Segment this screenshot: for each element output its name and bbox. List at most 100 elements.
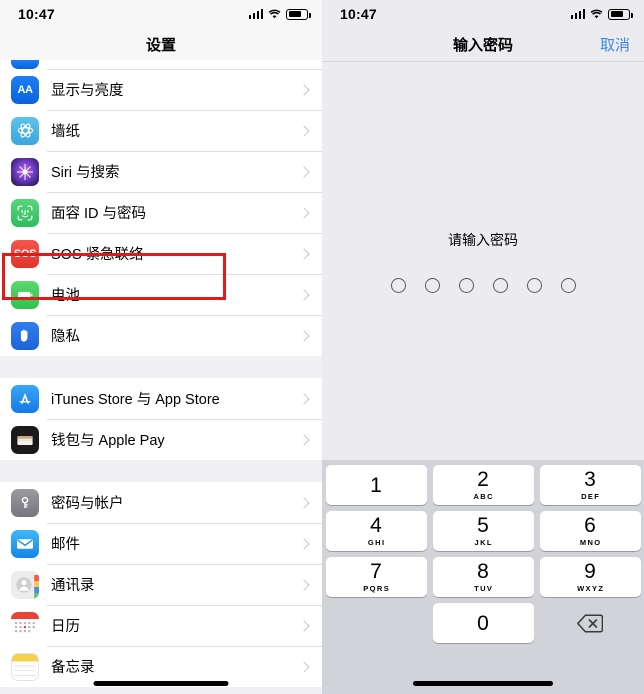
key-2[interactable]: 2 ABC: [432, 465, 534, 505]
sidebar-item-privacy[interactable]: 隐私: [0, 315, 322, 356]
key-letters: ABC: [473, 492, 494, 501]
keypad-row: 0: [325, 603, 641, 643]
mail-icon: [11, 529, 39, 558]
sidebar-item-battery[interactable]: 电池: [0, 274, 322, 315]
battery-icon: [286, 8, 311, 20]
chevron-right-icon: [298, 124, 310, 137]
chevron-right-icon: [298, 83, 310, 96]
list-item-label: 日历: [51, 619, 80, 635]
key-letters: PQRS: [363, 584, 391, 593]
chevron-right-icon: [298, 496, 310, 509]
key-letters: MNO: [579, 538, 602, 547]
list-item-label: 钱包与 Apple Pay: [51, 433, 165, 449]
key-8[interactable]: 8 TUV: [432, 557, 534, 597]
status-clock: 10:47: [340, 6, 377, 22]
chevron-right-icon: [298, 619, 310, 632]
wallet-icon: [11, 425, 39, 454]
passcode-dot: [560, 278, 576, 293]
chevron-right-icon: [298, 578, 310, 591]
chevron-right-icon: [298, 165, 310, 178]
key-digit: 9: [584, 560, 596, 583]
key-letters: WXYZ: [577, 584, 605, 593]
list-item-label: 邮件: [51, 537, 80, 553]
list-item-label: 密码与帐户: [51, 496, 124, 512]
home-indicator[interactable]: [413, 681, 553, 686]
wifi-icon: [268, 9, 281, 19]
chevron-right-icon: [298, 392, 310, 405]
passcode-dot: [390, 278, 406, 293]
key-3[interactable]: 3 DEF: [539, 465, 641, 505]
keypad-row: 7 PQRS 8 TUV 9 WXYZ: [325, 557, 641, 597]
sidebar-item-contacts[interactable]: 通讯录: [0, 564, 322, 605]
sidebar-item-face-id[interactable]: 面容 ID 与密码: [0, 192, 322, 233]
cancel-button[interactable]: 取消: [600, 34, 630, 55]
dual-screenshot: 10:47 设置 AA 显示与亮度 墙纸 Siri 与搜索 面容 ID 与密码 …: [0, 0, 644, 694]
chevron-right-icon: [298, 206, 310, 219]
sidebar-item-sos[interactable]: SOS SOS 紧急联络: [0, 233, 322, 274]
key-5[interactable]: 5 JKL: [432, 511, 534, 551]
list-item-label: 显示与亮度: [51, 83, 124, 99]
sidebar-item-wallpaper[interactable]: 墙纸: [0, 110, 322, 151]
key-letters: DEF: [581, 492, 601, 501]
key-4[interactable]: 4 GHI: [325, 511, 427, 551]
chevron-right-icon: [298, 329, 310, 342]
key-digit: 0: [477, 611, 489, 635]
settings-navbar: 设置: [0, 28, 322, 60]
key-9[interactable]: 9 WXYZ: [539, 557, 641, 597]
status-clock: 10:47: [18, 6, 55, 22]
list-item-label: 备忘录: [51, 660, 95, 676]
list-item-label: SOS 紧急联络: [51, 247, 144, 263]
page-title: 设置: [145, 36, 176, 54]
chevron-right-icon: [298, 247, 310, 260]
wallpaper-icon: [11, 116, 39, 145]
app-store-icon: [11, 384, 39, 413]
passcode-dot: [526, 278, 542, 293]
chevron-right-icon: [298, 660, 310, 673]
key-letters: TUV: [474, 584, 494, 593]
passcode-dot: [458, 278, 474, 293]
backspace-delete-icon[interactable]: [540, 603, 641, 643]
status-icons: [248, 8, 311, 20]
sidebar-item-app-store[interactable]: iTunes Store 与 App Store: [0, 378, 322, 419]
key-7[interactable]: 7 PQRS: [325, 557, 427, 597]
list-item-label: iTunes Store 与 App Store: [51, 392, 220, 408]
key-letters: JKL: [474, 538, 493, 547]
sos-glyph: SOS: [13, 247, 37, 260]
key-6[interactable]: 6 MNO: [539, 511, 641, 551]
passcode-navbar: 输入密码 取消: [322, 28, 644, 62]
sidebar-item-mail[interactable]: 邮件: [0, 523, 322, 564]
sidebar-item-passwords[interactable]: 密码与帐户: [0, 482, 322, 523]
sidebar-item-display[interactable]: AA 显示与亮度: [0, 69, 322, 110]
key-digit: 6: [584, 514, 596, 537]
list-item-label: 隐私: [51, 329, 80, 345]
group-divider: [0, 356, 322, 378]
settings-group-2: iTunes Store 与 App Store 钱包与 Apple Pay: [0, 378, 322, 460]
siri-icon: [11, 157, 39, 186]
passcode-prompt: 请输入密码: [448, 232, 518, 248]
status-bar-right: 10:47: [322, 0, 644, 28]
key-digit: 4: [370, 514, 382, 537]
key-1[interactable]: 1: [325, 465, 427, 505]
settings-screen: 10:47 设置 AA 显示与亮度 墙纸 Siri 与搜索 面容 ID 与密码 …: [0, 0, 322, 694]
display-brightness-icon: AA: [11, 75, 39, 104]
settings-list[interactable]: AA 显示与亮度 墙纸 Siri 与搜索 面容 ID 与密码 SOS SOS 紧…: [0, 60, 322, 694]
sidebar-item-calendar[interactable]: 日历: [0, 605, 322, 646]
key-digit: 8: [477, 560, 489, 583]
home-indicator[interactable]: [93, 681, 229, 686]
sidebar-item-wallet[interactable]: 钱包与 Apple Pay: [0, 419, 322, 460]
cellular-bars-icon: [570, 9, 585, 19]
battery-settings-icon: [11, 280, 39, 309]
list-item-label: Siri 与搜索: [51, 165, 120, 181]
chevron-right-icon: [298, 288, 310, 301]
key-0[interactable]: 0: [432, 603, 534, 643]
passwords-accounts-icon: [11, 488, 39, 517]
calendar-icon: [11, 611, 39, 640]
sidebar-item-siri[interactable]: Siri 与搜索: [0, 151, 322, 192]
settings-group-3: 密码与帐户 邮件 通讯录 日历 备忘录: [0, 482, 322, 687]
list-item-clipped[interactable]: [0, 60, 322, 69]
key-digit: 2: [477, 468, 489, 491]
keypad-row: 4 GHI 5 JKL 6 MNO: [325, 511, 641, 551]
key-digit: 1: [370, 473, 382, 497]
emergency-sos-icon: SOS: [11, 239, 39, 268]
numeric-keypad: 1 2 ABC 3 DEF 4 GHI 5 JKL 6 MNO 7 PQRS 8…: [322, 460, 644, 694]
